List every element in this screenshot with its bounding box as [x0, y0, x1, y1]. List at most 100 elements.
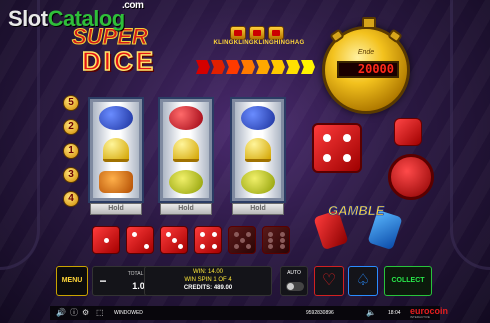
bet-minus-button[interactable]: −	[97, 275, 109, 287]
reel-cell	[163, 166, 209, 198]
brand-subtitle: INTERACTIVE	[410, 315, 430, 319]
die-pip	[172, 238, 177, 243]
meter-caption: Ende	[357, 49, 375, 56]
win-spin-counter: WIN SPIN 1 OF 4	[184, 277, 232, 283]
line-buttons: 5 2 1 3 4	[63, 95, 79, 207]
reel-2	[158, 97, 214, 203]
progress-arrow-icon	[256, 60, 270, 74]
progress-arrow-icon	[211, 60, 225, 74]
plum-icon	[99, 106, 133, 130]
progress-arrow-icon	[271, 60, 285, 74]
reel-1	[88, 97, 144, 203]
status-bar: 🔊 ⓘ ⚙ ⬚ WINDOWED 9592830896 🔈 18:04 euro…	[50, 306, 448, 320]
autoplay-panel[interactable]: AUTO	[280, 266, 308, 296]
stopwatch-meter: Ende 20000	[322, 17, 410, 114]
gamble-red-circle[interactable]	[388, 154, 434, 200]
auto-label: AUTO	[287, 270, 301, 276]
die-pip	[104, 238, 109, 243]
watermark-part2: Catalog	[47, 6, 126, 31]
dice-face-1	[92, 226, 120, 254]
line-button-4[interactable]: 4	[63, 191, 79, 207]
settings-icon[interactable]: ⚙	[82, 308, 89, 318]
heart-gamble-button[interactable]: ♡	[314, 266, 344, 296]
collect-button[interactable]: COLLECT	[384, 266, 432, 296]
die-pip	[268, 244, 273, 249]
die-pip	[240, 238, 245, 243]
line-button-3[interactable]: 3	[63, 167, 79, 183]
progress-arrow-icon	[286, 60, 300, 74]
jackpot-lamps	[230, 26, 284, 40]
die-pip	[234, 244, 239, 249]
melon-icon	[241, 170, 275, 194]
meter-knob	[362, 17, 376, 29]
progress-arrow-icon	[196, 60, 210, 74]
dice-face-5	[228, 226, 256, 254]
meter-ear-right	[387, 28, 403, 44]
die-pip	[212, 244, 217, 249]
reel-cell	[93, 134, 139, 166]
reel-cell	[235, 102, 281, 134]
hold-button-3[interactable]: Hold	[232, 203, 284, 215]
die-pip	[200, 232, 205, 237]
lamp-icon	[249, 26, 265, 40]
orange-icon	[99, 171, 133, 193]
win-amount: WIN: 14.00	[192, 269, 223, 275]
die-pip	[166, 232, 171, 237]
auto-toggle[interactable]	[286, 282, 304, 291]
meter-ear-left	[329, 28, 345, 44]
bell-icon	[245, 138, 271, 162]
clock: 18:04	[388, 310, 401, 316]
lamp-icon	[268, 26, 284, 40]
dice-face-2	[126, 226, 154, 254]
progress-arrows	[196, 60, 315, 74]
win-info-panel: WIN: 14.00 WIN SPIN 1 OF 4 CREDITS: 489.…	[144, 266, 272, 296]
watermark: SlotCatalog .com	[8, 0, 144, 32]
jackpot-label: KLINGKLINGKLINGHINGHAG	[213, 40, 305, 46]
line-button-5[interactable]: 5	[63, 95, 79, 111]
hold-button-1[interactable]: Hold	[90, 203, 142, 215]
right-arch-decoration	[450, 0, 490, 270]
die-pip	[323, 134, 331, 142]
die-pip	[246, 244, 251, 249]
die-pip	[212, 232, 217, 237]
reel-3	[230, 97, 286, 203]
progress-arrow-icon	[301, 60, 315, 74]
die-pip	[144, 244, 149, 249]
reel-cell	[235, 166, 281, 198]
die-pip	[268, 232, 273, 237]
game-id: 9592830896	[306, 310, 334, 316]
die-pip	[280, 232, 285, 237]
sound-icon[interactable]: 🔊	[56, 308, 66, 318]
dice-mascot-icon	[394, 118, 422, 146]
die-pip	[178, 244, 183, 249]
lamp-icon	[230, 26, 246, 40]
reel-cell	[93, 102, 139, 134]
reel-cell	[93, 166, 139, 198]
window-mode: WINDOWED	[114, 310, 143, 316]
die-pip	[323, 154, 331, 162]
melon-icon	[169, 170, 203, 194]
logo-line2: DICE	[81, 45, 157, 77]
die-pip	[246, 232, 251, 237]
dice-row	[92, 226, 290, 254]
info-icon[interactable]: ⓘ	[70, 308, 78, 318]
credits: CREDITS: 489.00	[183, 285, 233, 291]
hold-button-2[interactable]: Hold	[160, 203, 212, 215]
gamble-label: GAMBLE	[328, 203, 385, 219]
line-button-1[interactable]: 1	[63, 143, 79, 159]
die-pip	[200, 244, 205, 249]
bell-icon	[103, 138, 129, 162]
meter-display: 20000	[337, 61, 399, 78]
menu-button[interactable]: MENU	[56, 266, 88, 296]
window-icon[interactable]: ⬚	[96, 308, 104, 318]
spade-gamble-button[interactable]: ♤	[348, 266, 378, 296]
plum-icon	[241, 106, 275, 130]
game-stage: SlotCatalog .com SUPER DICE KLINGKLINGKL…	[0, 0, 490, 323]
die-pip	[280, 238, 285, 243]
die-pip	[343, 134, 351, 142]
line-button-2[interactable]: 2	[63, 119, 79, 135]
speaker-icon[interactable]: 🔈	[366, 308, 376, 318]
die-pip	[268, 238, 273, 243]
big-dice	[312, 123, 362, 173]
die-pip	[343, 154, 351, 162]
